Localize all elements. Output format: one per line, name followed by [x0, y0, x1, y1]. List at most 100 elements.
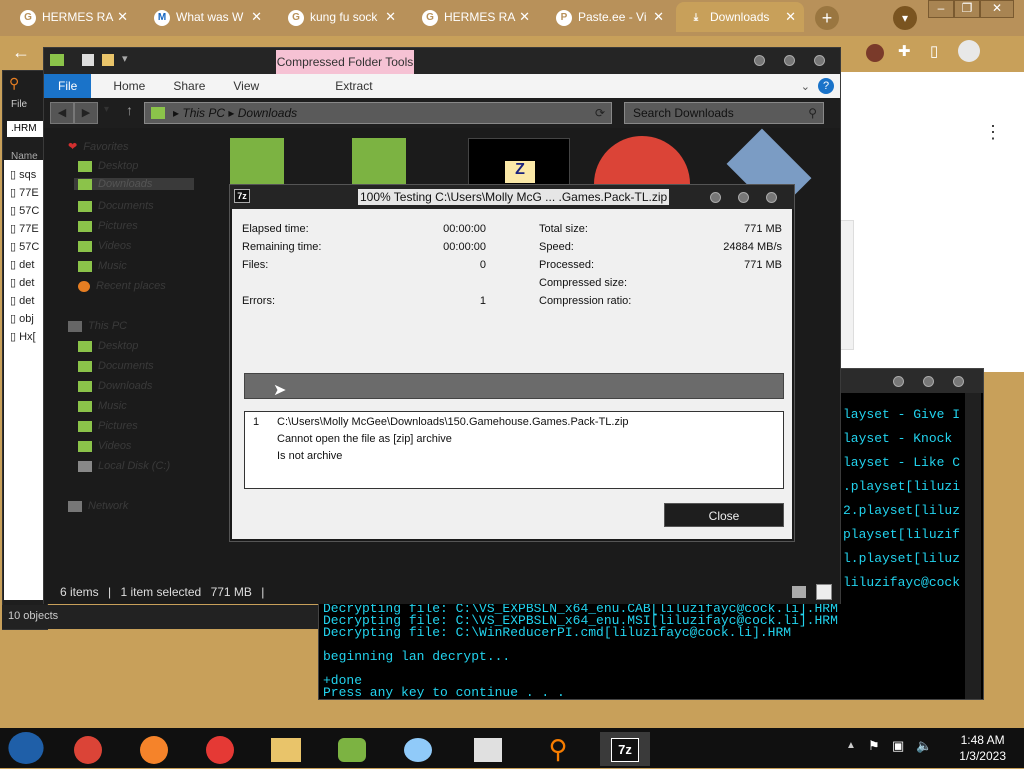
- browser-tab[interactable]: G HERMES RA ✕: [8, 2, 136, 32]
- favorites-header[interactable]: ❤ Favorites: [68, 140, 128, 153]
- close-button[interactable]: [766, 192, 777, 203]
- recent-locations-icon[interactable]: ▾: [104, 104, 109, 115]
- close-button[interactable]: [814, 55, 825, 66]
- tab-share[interactable]: Share: [159, 74, 219, 98]
- properties-icon[interactable]: [82, 54, 94, 66]
- browser-tab[interactable]: Gkung fu sock ✕: [276, 2, 404, 32]
- tab-view[interactable]: View: [219, 74, 273, 98]
- system-clock[interactable]: 1:48 AM 1/3/2023: [959, 732, 1006, 764]
- more-options-icon[interactable]: ⋮: [984, 122, 1002, 143]
- side-panel-icon[interactable]: ▯: [930, 42, 938, 60]
- maximize-button[interactable]: [738, 192, 749, 203]
- list-item[interactable]: ▯ 57C: [10, 240, 39, 253]
- close-tab-icon[interactable]: ✕: [385, 9, 396, 25]
- close-tab-icon[interactable]: ✕: [653, 9, 664, 25]
- maximize-button[interactable]: [923, 376, 934, 387]
- browser-tab-active[interactable]: ⤓ Downloads ✕: [676, 2, 804, 32]
- file-explorer-icon[interactable]: [264, 732, 308, 766]
- sidebar-item-music[interactable]: Music: [78, 400, 127, 412]
- windows-start-icon[interactable]: [8, 732, 44, 764]
- sidebar-item-recent-places[interactable]: Recent places: [78, 280, 166, 292]
- profile-avatar-icon[interactable]: [866, 44, 884, 62]
- tab-compressed-folder-tools[interactable]: Compressed Folder Tools: [276, 50, 414, 74]
- sidebar-item-desktop[interactable]: Desktop: [78, 340, 138, 352]
- sidebar-item-downloads[interactable]: Downloads: [78, 380, 152, 392]
- minimize-button[interactable]: –: [928, 0, 954, 18]
- zip-file-icon[interactable]: [352, 138, 406, 186]
- tab-extract[interactable]: Extract: [321, 74, 386, 98]
- flag-icon[interactable]: ⚑: [868, 738, 880, 754]
- close-tab-icon[interactable]: ✕: [785, 9, 796, 25]
- new-folder-icon[interactable]: [102, 54, 114, 66]
- new-tab-button[interactable]: +: [815, 6, 839, 30]
- notepad-icon[interactable]: [466, 732, 510, 766]
- tab-file[interactable]: File: [44, 74, 92, 98]
- account-icon[interactable]: [958, 40, 980, 62]
- browser-tab[interactable]: P Paste.ee - Vi ✕: [544, 2, 672, 32]
- help-icon[interactable]: ?: [818, 78, 834, 94]
- sidebar-item-local-disk[interactable]: Local Disk (C:): [78, 460, 170, 472]
- file-menu[interactable]: File: [11, 99, 27, 110]
- chrome-icon[interactable]: [66, 732, 110, 766]
- sidebar-item-documents[interactable]: Documents: [78, 200, 154, 212]
- list-item[interactable]: ▯ det: [10, 276, 34, 289]
- up-arrow-icon[interactable]: ↑: [126, 102, 133, 118]
- users-icon[interactable]: [330, 732, 374, 766]
- back-button[interactable]: ◀: [50, 102, 74, 124]
- close-tab-icon[interactable]: ✕: [251, 9, 262, 25]
- close-button[interactable]: [953, 376, 964, 387]
- opera-icon[interactable]: [198, 732, 242, 766]
- large-icons-view-icon[interactable]: [816, 584, 832, 600]
- search-app-icon[interactable]: ⚲: [536, 732, 580, 766]
- sidebar-item-videos[interactable]: Videos: [78, 240, 131, 252]
- list-item[interactable]: ▯ Hx[: [10, 330, 36, 343]
- minimize-button[interactable]: [754, 55, 765, 66]
- tab-home[interactable]: Home: [99, 74, 159, 98]
- list-item[interactable]: ▯ 77E: [10, 186, 39, 199]
- network-status-icon[interactable]: ▣: [892, 738, 904, 754]
- tab-search-button[interactable]: ▾: [893, 6, 917, 30]
- console-scrollbar[interactable]: [965, 393, 981, 699]
- close-window-button[interactable]: ✕: [980, 0, 1014, 18]
- minimize-button[interactable]: [893, 376, 904, 387]
- close-tab-icon[interactable]: ✕: [519, 9, 530, 25]
- paint-icon[interactable]: [396, 732, 440, 766]
- search-input[interactable]: Search Downloads ⚲: [624, 102, 824, 124]
- volume-icon[interactable]: 🔈: [916, 738, 932, 754]
- sidebar-item-desktop[interactable]: Desktop: [78, 160, 138, 172]
- breadcrumb-downloads[interactable]: Downloads: [238, 106, 297, 120]
- refresh-icon[interactable]: ⟳: [595, 103, 605, 123]
- sidebar-item-downloads[interactable]: Downloads: [74, 178, 194, 190]
- forward-button[interactable]: ▶: [74, 102, 98, 124]
- chevron-down-icon[interactable]: ▾: [122, 52, 128, 65]
- close-button[interactable]: Close: [664, 503, 784, 527]
- network-item[interactable]: Network: [68, 500, 128, 512]
- browser-tab[interactable]: G HERMES RA ✕: [410, 2, 538, 32]
- list-item[interactable]: ▯ det: [10, 294, 34, 307]
- sidebar-item-music[interactable]: Music: [78, 260, 127, 272]
- extensions-icon[interactable]: ✚: [898, 42, 911, 60]
- sidebar-item-pictures[interactable]: Pictures: [78, 420, 138, 432]
- address-bar[interactable]: ▸ This PC ▸ Downloads ⟳: [144, 102, 612, 124]
- chevron-down-icon[interactable]: ⌄: [801, 80, 810, 93]
- sidebar-item-documents[interactable]: Documents: [78, 360, 154, 372]
- chevron-up-icon[interactable]: ▲: [846, 740, 856, 751]
- maximize-button[interactable]: [784, 55, 795, 66]
- list-item[interactable]: ▯ det: [10, 258, 34, 271]
- list-item[interactable]: ▯ sqs: [10, 168, 36, 181]
- firefox-icon[interactable]: [132, 732, 176, 766]
- minimize-button[interactable]: [710, 192, 721, 203]
- back-arrow-icon[interactable]: ←: [12, 42, 30, 63]
- search-input[interactable]: .HRM: [7, 121, 47, 137]
- details-view-icon[interactable]: [792, 586, 806, 598]
- 7zip-taskbar-icon[interactable]: 7z: [600, 732, 650, 766]
- list-item[interactable]: ▯ 77E: [10, 222, 39, 235]
- 7zip-file-icon[interactable]: Z: [468, 138, 570, 186]
- close-tab-icon[interactable]: ✕: [117, 9, 128, 25]
- error-log[interactable]: 1 C:\Users\Molly McGee\Downloads\150.Gam…: [244, 411, 784, 489]
- this-pc-header[interactable]: This PC: [68, 320, 127, 332]
- maximize-button[interactable]: ❐: [954, 0, 980, 18]
- breadcrumb-this-pc[interactable]: This PC: [182, 106, 225, 120]
- sidebar-item-pictures[interactable]: Pictures: [78, 220, 138, 232]
- list-item[interactable]: ▯ 57C: [10, 204, 39, 217]
